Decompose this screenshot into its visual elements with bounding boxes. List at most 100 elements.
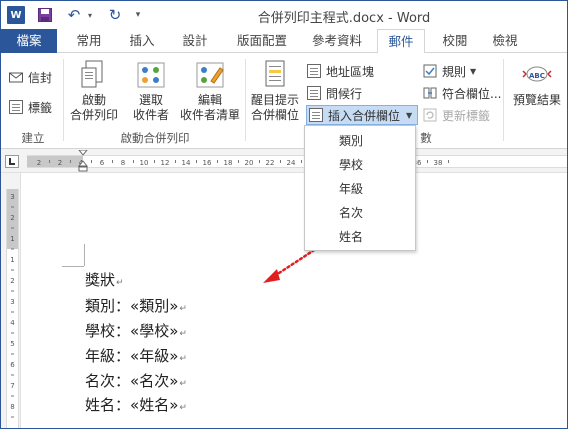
tab-layout[interactable]: 版面配置 — [229, 29, 295, 53]
tab-design[interactable]: 設計 — [179, 29, 211, 53]
dropdown-item-school[interactable]: 學校 — [305, 154, 415, 176]
vertical-ruler-tick-label: 1 — [10, 235, 14, 243]
envelopes-button[interactable]: 信封 — [9, 67, 52, 87]
greeting-line-icon — [307, 86, 321, 100]
group-divider — [245, 59, 246, 141]
document-line-name[interactable]: 姓名：«姓名»↵ — [85, 394, 187, 415]
vertical-ruler-strip: 3 2 1 1 2 3 4 5 6 7 8 — [6, 189, 19, 428]
merge-field[interactable]: «類別» — [130, 297, 178, 315]
rules-icon — [423, 64, 437, 78]
paragraph-mark: ↵ — [179, 329, 187, 339]
rules-button[interactable]: 規則 ▼ — [423, 61, 476, 81]
start-mail-merge-button[interactable]: 啟動 合併列印 — [67, 59, 121, 123]
match-fields-button[interactable]: 符合欄位... — [423, 83, 501, 103]
tab-view[interactable]: 檢視 — [487, 29, 523, 53]
merge-field[interactable]: «姓名» — [130, 396, 178, 414]
dropdown-item-category[interactable]: 類別 — [305, 130, 415, 152]
group-divider — [503, 59, 504, 141]
document-line-rank[interactable]: 名次：«名次»↵ — [85, 370, 187, 391]
tab-home[interactable]: 常用 — [73, 29, 105, 53]
field-label: 年級： — [85, 347, 131, 365]
field-label: 姓名： — [85, 396, 131, 414]
indent-marker-icon[interactable] — [78, 150, 88, 172]
ruler-tick-label: 38 — [434, 159, 443, 167]
address-block-icon — [307, 64, 321, 78]
document-line-category[interactable]: 類別：«類別»↵ — [85, 295, 187, 316]
tab-review[interactable]: 校閱 — [437, 29, 473, 53]
vertical-ruler-tick-label: 2 — [10, 277, 14, 285]
dropdown-item-grade[interactable]: 年級 — [305, 178, 415, 200]
vertical-ruler-tick-label: 4 — [10, 319, 15, 327]
paragraph-mark: ↵ — [116, 278, 124, 288]
margin-crop-mark — [84, 244, 85, 266]
highlight-merge-fields-button[interactable]: 醒目提示 合併欄位 — [249, 59, 301, 123]
recipients-icon — [136, 59, 166, 89]
group-divider — [63, 59, 64, 141]
paragraph-mark: ↵ — [179, 304, 187, 314]
field-label: 學校： — [85, 322, 131, 340]
insert-merge-field-button[interactable]: 插入合併欄位 ▼ — [306, 105, 418, 125]
document-heading[interactable]: 獎狀↵ — [85, 269, 124, 290]
vertical-ruler-tick-label: 2 — [10, 214, 14, 222]
ruler-tick-label: 8 — [121, 159, 125, 167]
update-labels-button[interactable]: 更新標籤 — [423, 105, 490, 125]
paragraph-mark: ↵ — [179, 403, 187, 413]
merge-field[interactable]: «學校» — [130, 322, 178, 340]
heading-text: 獎狀 — [85, 271, 116, 289]
group-label-create: 建立 — [21, 131, 45, 145]
horizontal-ruler[interactable]: 22468101214161820222426283032343638 — [1, 149, 567, 173]
vertical-ruler-tick-label: 5 — [10, 340, 14, 348]
vertical-ruler[interactable]: 3 2 1 1 2 3 4 5 6 7 8 — [1, 173, 21, 428]
envelopes-label: 信封 — [28, 70, 53, 85]
edit-recipients-icon — [195, 59, 225, 89]
tab-selector-icon[interactable] — [5, 155, 19, 168]
update-labels-label: 更新標籤 — [442, 108, 491, 123]
field-label: 類別： — [85, 297, 131, 315]
edit-recipients-label-2: 收件者清單 — [179, 108, 240, 122]
document-line-grade[interactable]: 年級：«年級»↵ — [85, 345, 187, 366]
document-line-school[interactable]: 學校：«學校»↵ — [85, 320, 187, 341]
edit-recipient-list-button[interactable]: 編輯 收件者清單 — [179, 59, 241, 123]
dropdown-item-name[interactable]: 姓名 — [305, 226, 415, 248]
ruler-tick-label: 16 — [203, 159, 212, 167]
ruler-tick-label: 14 — [182, 159, 191, 167]
greeting-line-button[interactable]: 問候行 — [307, 83, 362, 103]
highlight-fields-label-2: 合併欄位 — [250, 108, 299, 122]
tab-file[interactable]: 檔案 — [1, 29, 57, 53]
insert-field-label: 插入合併欄位 — [328, 108, 401, 123]
vertical-ruler-tick-label: 6 — [10, 361, 15, 369]
title-bar: W ↶ ▾ ↻ ▾ 合併列印主程式.docx - Word — [1, 1, 567, 29]
ruler-tick-label: 24 — [287, 159, 296, 167]
ruler-strip: 22468101214161820222426283032343638 — [27, 155, 567, 168]
rules-label: 規則 — [442, 64, 467, 79]
tab-insert[interactable]: 插入 — [126, 29, 158, 53]
ruler-tick-label: 20 — [245, 159, 254, 167]
select-recipients-button[interactable]: 選取 收件者 — [125, 59, 177, 123]
merge-field[interactable]: «名次» — [130, 372, 178, 390]
match-fields-icon — [423, 86, 437, 100]
insert-field-icon — [309, 108, 323, 122]
insert-merge-field-dropdown: 類別 學校 年級 名次 姓名 — [304, 125, 416, 251]
dropdown-item-rank[interactable]: 名次 — [305, 202, 415, 224]
field-label: 名次： — [85, 372, 131, 390]
vertical-ruler-tick-label: 1 — [10, 256, 14, 264]
ruler-ticks: 22468101214161820222426283032343638 — [37, 159, 449, 167]
start-merge-label-1: 啟動 — [81, 93, 106, 107]
label-icon — [9, 100, 23, 114]
merge-field[interactable]: «年級» — [130, 347, 178, 365]
address-block-button[interactable]: 地址區塊 — [307, 61, 374, 81]
document-page[interactable]: 獎狀↵ 類別：«類別»↵ 學校：«學校»↵ 年級：«年級»↵ 名次：«名次»↵ … — [22, 174, 567, 428]
labels-button[interactable]: 標籤 — [9, 97, 52, 117]
preview-badge: ABC — [529, 72, 545, 80]
ribbon-tabs: 檔案 常用 插入 設計 版面配置 參考資料 郵件 校閱 檢視 — [1, 29, 567, 54]
ruler-tick-label: 2 — [58, 159, 62, 167]
ruler-tick-label: 6 — [100, 159, 105, 167]
group-label-start-merge: 啟動合併列印 — [120, 131, 190, 145]
tab-references[interactable]: 參考資料 — [307, 29, 367, 53]
vertical-ruler-tick-label: 3 — [10, 298, 14, 306]
paragraph-mark: ↵ — [179, 379, 187, 389]
greeting-line-label: 問候行 — [326, 86, 363, 101]
tab-mailings[interactable]: 郵件 — [377, 29, 425, 54]
ruler-tick-label: 22 — [266, 159, 275, 167]
preview-results-button[interactable]: ABC 預覽結果 — [509, 59, 565, 108]
